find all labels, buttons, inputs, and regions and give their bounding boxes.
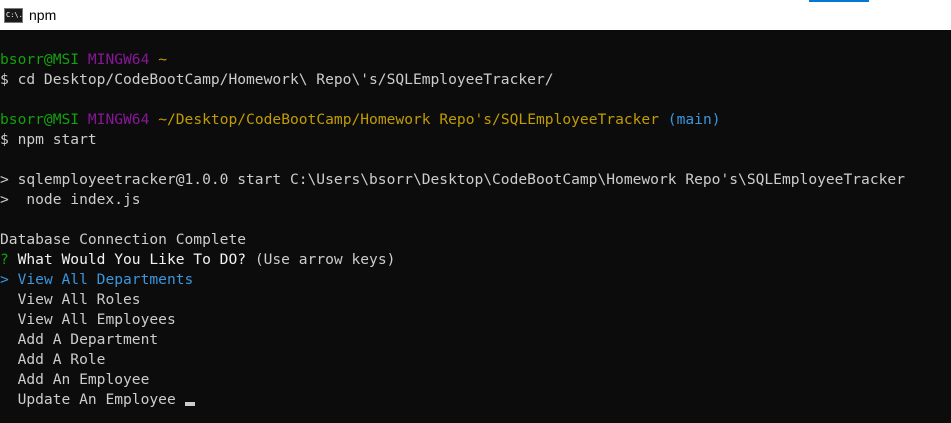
npm-node-line: > node index.js <box>0 191 141 208</box>
option-label: Add An Employee <box>17 371 150 388</box>
command-cd: $ cd Desktop/CodeBootCamp/Homework\ Repo… <box>0 71 554 88</box>
option-label: View All Employees <box>17 311 176 328</box>
option-label: View All Roles <box>17 291 141 308</box>
prompt-line-2: bsorr@MSI MINGW64 ~/Desktop/CodeBootCamp… <box>0 110 721 130</box>
menu-option-view-departments[interactable]: > View All Departments <box>0 270 193 290</box>
menu-option-add-role[interactable]: Add A Role <box>0 350 106 370</box>
prompt-path: ~/Desktop/CodeBootCamp/Homework Repo's/S… <box>158 111 659 128</box>
question-mark-icon: ? <box>0 251 9 268</box>
menu-option-update-employee[interactable]: Update An Employee <box>0 390 195 410</box>
text-cursor <box>184 402 195 406</box>
prompt-system: MINGW64 <box>87 111 150 128</box>
option-label: Add A Role <box>17 351 106 368</box>
terminal-app-icon: C:\. <box>4 7 23 23</box>
option-label: View All Departments <box>17 271 194 288</box>
window-titlebar: C:\. npm <box>0 0 951 30</box>
question-text: What Would You Like To DO? <box>8 251 247 268</box>
terminal-output[interactable]: bsorr@MSI MINGW64 ~ $ cd Desktop/CodeBoo… <box>0 30 951 423</box>
menu-option-add-department[interactable]: Add A Department <box>0 330 159 350</box>
npm-script-line: > sqlemployeetracker@1.0.0 start C:\User… <box>0 171 905 188</box>
prompt-user: bsorr@MSI <box>0 111 80 128</box>
window-title: npm <box>29 7 57 23</box>
prompt-question: ? What Would You Like To DO? (Use arrow … <box>0 250 395 270</box>
option-label: Add A Department <box>17 331 159 348</box>
titlebar-accent <box>809 0 869 2</box>
menu-option-view-employees[interactable]: View All Employees <box>0 310 176 330</box>
menu-option-view-roles[interactable]: View All Roles <box>0 290 141 310</box>
selection-pointer-icon: > <box>0 271 9 288</box>
question-hint: (Use arrow keys) <box>246 251 396 268</box>
prompt-system: MINGW64 <box>87 51 150 68</box>
prompt-user: bsorr@MSI <box>0 51 80 68</box>
git-branch: (main) <box>667 111 721 128</box>
connection-status: Database Connection Complete <box>0 231 247 248</box>
prompt-line-1: bsorr@MSI MINGW64 ~ <box>0 50 167 70</box>
prompt-path: ~ <box>158 51 167 68</box>
command-npm-start: $ npm start <box>0 131 97 148</box>
menu-option-add-employee[interactable]: Add An Employee <box>0 370 150 390</box>
option-label: Update An Employee <box>17 391 176 408</box>
